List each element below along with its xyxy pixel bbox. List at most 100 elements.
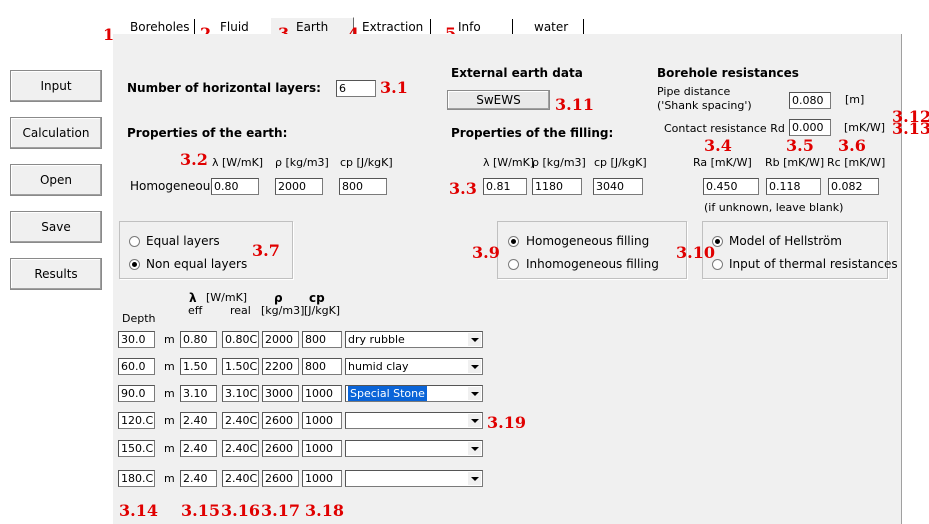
filling-lambda-input[interactable]: 0.81 bbox=[483, 178, 527, 195]
depth-input[interactable]: 120.C bbox=[118, 412, 155, 429]
earth-rho-input[interactable]: 2000 bbox=[275, 178, 323, 195]
rb-input[interactable]: 0.118 bbox=[766, 178, 821, 195]
lambda-real-input[interactable]: 0.80C bbox=[222, 331, 259, 348]
lambda-eff-input[interactable]: 2.40 bbox=[180, 470, 217, 487]
input-button[interactable]: Input bbox=[10, 70, 102, 102]
non-equal-layers-radio[interactable] bbox=[129, 259, 140, 270]
lambda-real-input[interactable]: 3.10C bbox=[222, 385, 259, 402]
depth-unit: m bbox=[164, 472, 175, 485]
lambda-eff-input[interactable]: 2.40 bbox=[180, 412, 217, 429]
lambda-real-input[interactable]: 2.40C bbox=[222, 470, 259, 487]
depth-input[interactable]: 90.0 bbox=[118, 385, 155, 402]
depth-unit: m bbox=[164, 360, 175, 373]
annotation-3-9: 3.9 bbox=[472, 243, 500, 262]
annotation-3-11: 3.11 bbox=[555, 95, 594, 114]
pipe-distance-unit: [m] bbox=[845, 93, 865, 106]
cp-input[interactable]: 1000 bbox=[302, 385, 342, 402]
earth-lambda-header: λ [W/mK] bbox=[212, 156, 264, 169]
lambda-eff-input[interactable]: 0.80 bbox=[180, 331, 217, 348]
lambda-eff-input[interactable]: 2.40 bbox=[180, 440, 217, 457]
annotation-3-3: 3.3 bbox=[449, 179, 477, 198]
table-real-header: real bbox=[230, 304, 251, 317]
rho-input[interactable]: 2600 bbox=[262, 412, 299, 429]
non-equal-layers-label: Non equal layers bbox=[146, 257, 248, 271]
tab-water[interactable]: water bbox=[534, 20, 568, 34]
filling-lambda-header: λ [W/mK] bbox=[483, 156, 535, 169]
table-cp-unit: [J/kgK] bbox=[304, 304, 341, 317]
swews-button[interactable]: SwEWS bbox=[447, 90, 550, 110]
material-dropdown[interactable] bbox=[345, 412, 483, 429]
cp-input[interactable]: 800 bbox=[302, 331, 342, 348]
contact-resistance-input[interactable]: 0.000 bbox=[789, 119, 831, 136]
tab-earth[interactable]: Earth bbox=[296, 20, 328, 34]
external-earth-heading: External earth data bbox=[451, 66, 583, 80]
annotation-3-18: 3.18 bbox=[305, 501, 344, 520]
earth-lambda-input[interactable]: 0.80 bbox=[211, 178, 259, 195]
cp-input[interactable]: 1000 bbox=[302, 470, 342, 487]
filling-rho-input[interactable]: 1180 bbox=[532, 178, 582, 195]
depth-input[interactable]: 150.C bbox=[118, 440, 155, 457]
contact-resistance-label: Contact resistance Rd bbox=[664, 122, 785, 135]
depth-input[interactable]: 60.0 bbox=[118, 358, 155, 375]
table-lambda-symbol: λ bbox=[189, 291, 197, 305]
annotation-3-14: 3.14 bbox=[119, 501, 158, 520]
annotation-3-16: 3.16 bbox=[221, 501, 260, 520]
tab-fluid[interactable]: Fluid bbox=[220, 20, 249, 34]
cp-input[interactable]: 1000 bbox=[302, 440, 342, 457]
thermal-resistances-radio[interactable] bbox=[712, 259, 723, 270]
calculation-button[interactable]: Calculation bbox=[10, 117, 102, 149]
save-button[interactable]: Save bbox=[10, 211, 102, 243]
lambda-real-input[interactable]: 1.50C bbox=[222, 358, 259, 375]
equal-layers-radio[interactable] bbox=[129, 236, 140, 247]
tab-extraction[interactable]: Extraction bbox=[362, 20, 423, 34]
tab-info[interactable]: Info bbox=[458, 20, 481, 34]
annotation-3-17: 3.17 bbox=[261, 501, 300, 520]
depth-unit: m bbox=[164, 387, 175, 400]
ra-input[interactable]: 0.450 bbox=[703, 178, 759, 195]
lambda-real-input[interactable]: 2.40C bbox=[222, 412, 259, 429]
open-button[interactable]: Open bbox=[10, 164, 102, 196]
material-dropdown[interactable]: Special Stone bbox=[345, 385, 483, 402]
filling-heading: Properties of the filling: bbox=[451, 126, 614, 140]
homogeneous-filling-radio[interactable] bbox=[508, 236, 519, 247]
results-button[interactable]: Results bbox=[10, 258, 102, 290]
lambda-eff-input[interactable]: 3.10 bbox=[180, 385, 217, 402]
chevron-down-icon bbox=[468, 414, 481, 427]
num-layers-input[interactable]: 6 bbox=[336, 80, 376, 97]
table-cp-symbol: cp bbox=[309, 291, 325, 305]
material-dropdown[interactable]: humid clay bbox=[345, 358, 483, 375]
cp-input[interactable]: 1000 bbox=[302, 412, 342, 429]
depth-input[interactable]: 30.0 bbox=[118, 331, 155, 348]
material-dropdown[interactable] bbox=[345, 470, 483, 487]
rho-input[interactable]: 2200 bbox=[262, 358, 299, 375]
cp-input[interactable]: 800 bbox=[302, 358, 342, 375]
table-rho-symbol: ρ bbox=[274, 291, 283, 305]
earth-cp-header: cp [J/kgK] bbox=[340, 156, 393, 169]
material-dropdown[interactable] bbox=[345, 440, 483, 457]
depth-input[interactable]: 180.C bbox=[118, 470, 155, 487]
inhomogeneous-filling-radio[interactable] bbox=[508, 259, 519, 270]
annotation-3-13: 3.13 bbox=[892, 119, 929, 138]
material-dropdown[interactable]: dry rubble bbox=[345, 331, 483, 348]
earth-properties-heading: Properties of the earth: bbox=[127, 126, 288, 140]
hellstrom-model-label: Model of Hellström bbox=[729, 234, 842, 248]
inhomogeneous-filling-label: Inhomogeneous filling bbox=[526, 257, 659, 271]
lambda-eff-input[interactable]: 1.50 bbox=[180, 358, 217, 375]
earth-cp-input[interactable]: 800 bbox=[339, 178, 387, 195]
table-eff-header: eff bbox=[188, 304, 203, 317]
hellstrom-model-radio[interactable] bbox=[712, 236, 723, 247]
filling-cp-input[interactable]: 3040 bbox=[593, 178, 643, 195]
thermal-resistances-label: Input of thermal resistances bbox=[729, 257, 898, 271]
borehole-resistances-heading: Borehole resistances bbox=[657, 66, 799, 80]
rc-input[interactable]: 0.082 bbox=[828, 178, 879, 195]
rho-input[interactable]: 2600 bbox=[262, 470, 299, 487]
resistance-hint: (if unknown, leave blank) bbox=[704, 201, 844, 214]
pipe-distance-input[interactable]: 0.080 bbox=[789, 92, 831, 109]
rho-input[interactable]: 3000 bbox=[262, 385, 299, 402]
lambda-real-input[interactable]: 2.40C bbox=[222, 440, 259, 457]
depth-unit: m bbox=[164, 442, 175, 455]
rho-input[interactable]: 2600 bbox=[262, 440, 299, 457]
table-rho-unit: [kg/m3] bbox=[261, 304, 305, 317]
tab-boreholes[interactable]: Boreholes bbox=[130, 20, 190, 34]
rho-input[interactable]: 2000 bbox=[262, 331, 299, 348]
